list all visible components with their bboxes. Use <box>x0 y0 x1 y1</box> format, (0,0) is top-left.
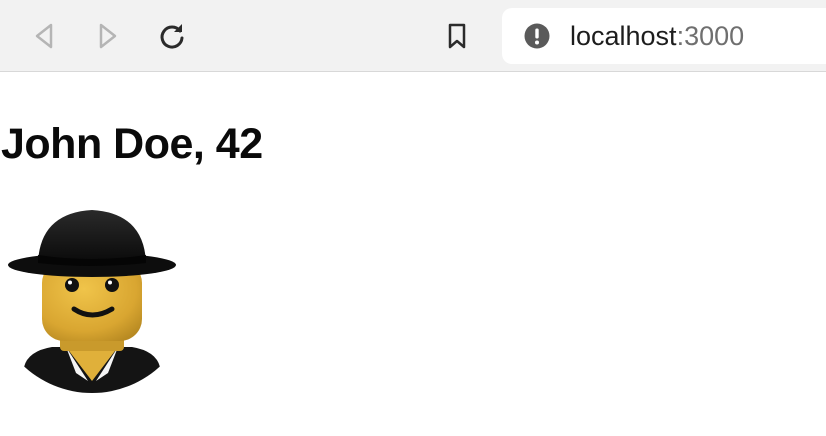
back-button[interactable] <box>28 20 60 52</box>
forward-button[interactable] <box>92 20 124 52</box>
info-icon[interactable] <box>524 23 550 49</box>
browser-toolbar: localhost:3000 <box>0 0 826 72</box>
reload-icon <box>160 24 184 49</box>
page-content: John Doe, 42 <box>0 73 826 436</box>
page-title: John Doe, 42 <box>1 120 263 168</box>
url-port: :3000 <box>676 21 745 51</box>
reload-button[interactable] <box>156 20 188 52</box>
avatar <box>8 210 176 393</box>
url-host: localhost <box>570 21 677 51</box>
back-arrow-icon <box>35 23 53 49</box>
bookmark-button[interactable] <box>441 20 473 52</box>
bookmark-icon <box>448 23 466 49</box>
url-text[interactable]: localhost:3000 <box>570 21 744 51</box>
forward-arrow-icon <box>99 23 117 49</box>
address-bar[interactable]: localhost:3000 <box>502 8 826 64</box>
